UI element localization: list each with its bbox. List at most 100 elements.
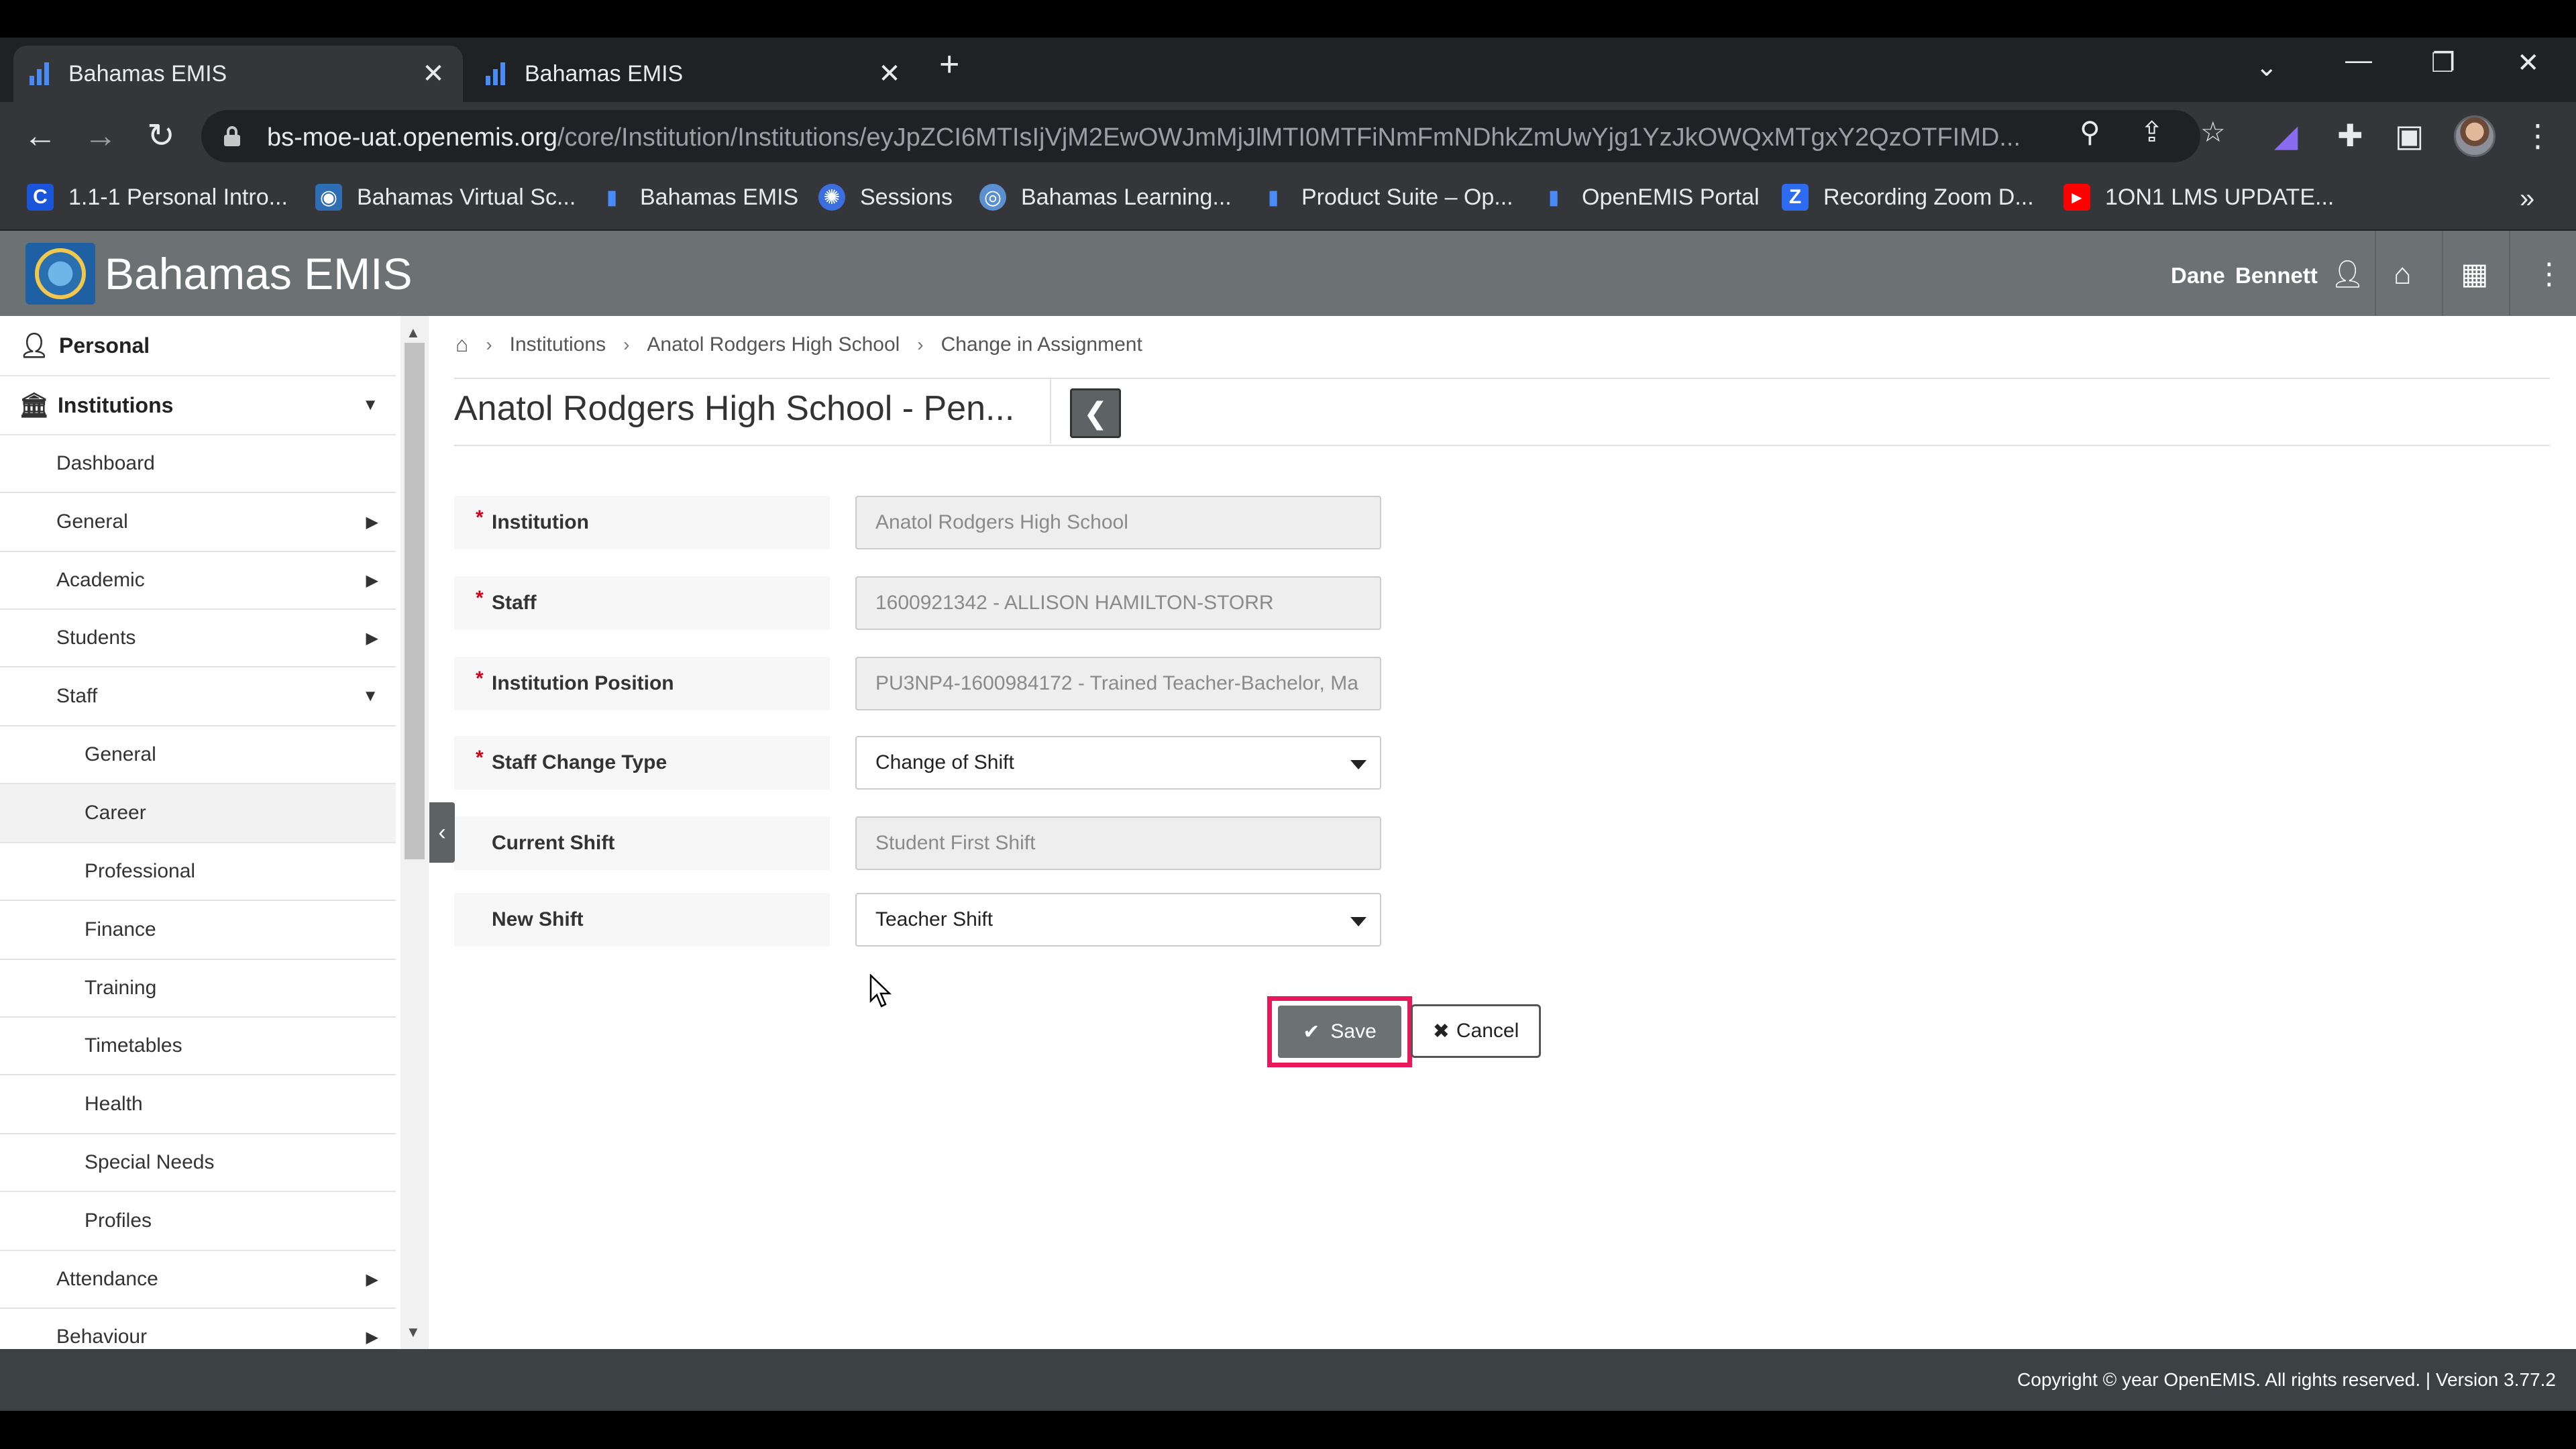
sidebar-item-students[interactable]: Students ▶: [0, 610, 396, 667]
chevron-left-icon: ‹: [438, 819, 446, 845]
sidebar-item-general[interactable]: General ▶: [0, 493, 396, 552]
sidebar-item-attendance[interactable]: Attendance ▶: [0, 1251, 396, 1309]
sidebar-subitem-profiles[interactable]: Profiles: [0, 1192, 396, 1251]
divider: [1050, 379, 1051, 443]
sidebar-subitem-finance[interactable]: Finance: [0, 901, 396, 960]
sidebar-collapse-button[interactable]: ‹: [429, 802, 455, 863]
lock-icon: [224, 126, 240, 146]
browser-tab-active[interactable]: Bahamas EMIS ✕: [13, 46, 463, 102]
header-divider: [2442, 231, 2443, 316]
sidebar-scrollbar[interactable]: ▲ ▼: [400, 316, 429, 1349]
bookmark-item[interactable]: ▶ 1ON1 LMS UPDATE...: [2063, 184, 2334, 211]
close-icon[interactable]: ✕: [420, 58, 447, 89]
required-marker: *: [476, 587, 484, 609]
sidebar-item-behaviour[interactable]: Behaviour ▶: [0, 1309, 396, 1349]
save-button[interactable]: ✔ Save: [1278, 1006, 1401, 1058]
more-bookmarks-icon[interactable]: »: [2520, 184, 2534, 214]
tab-search-icon[interactable]: ⌄: [2255, 54, 2278, 80]
breadcrumb-current: Change in Assignment: [941, 333, 1142, 356]
sidebar-subitem-special-needs[interactable]: Special Needs: [0, 1134, 396, 1192]
bookmarks-bar: C 1.1-1 Personal Intro... ◉ Bahamas Virtua…: [0, 170, 2576, 231]
bookmark-item[interactable]: ▮ Bahamas EMIS: [598, 184, 798, 211]
school-seal-icon: ◉: [315, 184, 342, 211]
share-icon[interactable]: ⇪: [2140, 117, 2163, 148]
new-shift-select[interactable]: Teacher Shift: [855, 893, 1381, 947]
zoom-icon[interactable]: ⚲: [2080, 117, 2100, 148]
side-panel-icon[interactable]: ▣: [2395, 118, 2424, 153]
institution-icon: 🏛︎: [19, 391, 50, 419]
sidebar-subitem-professional[interactable]: Professional: [0, 843, 396, 901]
reload-icon[interactable]: ↻: [141, 115, 181, 156]
app-title[interactable]: Bahamas EMIS: [105, 248, 413, 299]
back-arrow-icon[interactable]: ←: [20, 115, 60, 156]
sidebar-subitem-general[interactable]: General: [0, 727, 396, 784]
sidebar-item-personal[interactable]: 👤︎ Personal: [0, 316, 396, 376]
url-text[interactable]: bs-moe-uat.openemis.org/core/Institution…: [267, 123, 2246, 152]
letterbox-top: [0, 0, 2576, 38]
kebab-menu-icon[interactable]: ⋮: [2534, 258, 2564, 291]
new-tab-button[interactable]: +: [939, 47, 959, 82]
scroll-up-icon[interactable]: ▲: [406, 324, 421, 341]
caret-down-icon: ▼: [362, 396, 378, 414]
user-icon[interactable]: 👤︎: [2330, 258, 2365, 291]
emis-logo[interactable]: [25, 243, 95, 305]
bookmark-item[interactable]: Z Recording Zoom D...: [1782, 184, 2034, 211]
emis-bars-icon: [486, 62, 508, 85]
sidebar-item-institutions[interactable]: 🏛︎ Institutions ▼: [0, 376, 396, 435]
required-marker: *: [476, 506, 484, 529]
c-logo-icon: C: [27, 184, 54, 211]
sidebar-subitem-career[interactable]: Career: [0, 784, 396, 843]
address-bar[interactable]: bs-moe-uat.openemis.org/core/Institution…: [201, 110, 2200, 162]
field-label: Staff: [492, 592, 537, 614]
kebab-menu-icon[interactable]: ⋮: [2522, 118, 2553, 153]
sidebar-subitem-health[interactable]: Health: [0, 1075, 396, 1134]
letterbox-bottom: [0, 1411, 2576, 1449]
sidebar-item-staff[interactable]: Staff ▼: [0, 667, 396, 727]
field-label: Institution: [492, 511, 589, 533]
chevron-right-icon: ›: [623, 333, 630, 355]
bookmark-star-icon[interactable]: ☆: [2200, 117, 2226, 148]
form-row-staff-change-type: * Staff Change Type Change of Shift: [454, 736, 1401, 790]
close-icon[interactable]: ✕: [876, 58, 903, 89]
bookmark-item[interactable]: ▮ OpenEMIS Portal: [1540, 184, 1760, 211]
restore-icon[interactable]: ❐: [2431, 50, 2455, 76]
staff-change-type-select[interactable]: Change of Shift: [855, 736, 1381, 790]
sidebar-subitem-training[interactable]: Training: [0, 960, 396, 1018]
mouse-cursor-icon: [869, 974, 892, 1008]
browser-toolbar: ← → ↻ bs-moe-uat.openemis.org/core/Insti…: [0, 102, 2576, 170]
sidebar-item-dashboard[interactable]: Dashboard: [0, 435, 396, 493]
forward-arrow-icon[interactable]: →: [80, 115, 121, 156]
header-divider: [2509, 231, 2510, 316]
breadcrumb-link[interactable]: Anatol Rodgers High School: [647, 333, 900, 356]
home-icon[interactable]: ⌂: [455, 332, 468, 357]
browser-tab[interactable]: Bahamas EMIS ✕: [470, 46, 919, 102]
bookmark-item[interactable]: C 1.1-1 Personal Intro...: [27, 184, 288, 211]
profile-avatar[interactable]: [2454, 115, 2496, 157]
breadcrumb: ⌂ › Institutions › Anatol Rodgers High S…: [455, 332, 1142, 357]
user-first-name[interactable]: Dane: [2171, 263, 2225, 288]
user-last-name[interactable]: Bennett: [2235, 263, 2318, 288]
back-button[interactable]: ❮: [1070, 388, 1121, 438]
browser-tabstrip: Bahamas EMIS ✕ Bahamas EMIS ✕ + ⌄ — ❐ ✕: [0, 38, 2576, 102]
extension-icon[interactable]: ◢: [2274, 118, 2298, 153]
sidebar-item-academic[interactable]: Academic ▶: [0, 552, 396, 610]
institution-position-field: PU3NP4-1600984172 - Trained Teacher-Bach…: [855, 657, 1381, 710]
chevron-right-icon: ›: [917, 333, 924, 355]
header-divider: [2375, 231, 2376, 316]
scroll-down-icon[interactable]: ▼: [406, 1324, 421, 1341]
bookmark-item[interactable]: ✺ Sessions: [818, 184, 953, 211]
minimize-icon[interactable]: —: [2345, 47, 2372, 74]
window-close-icon[interactable]: ✕: [2517, 50, 2540, 76]
caret-down-icon: [1350, 917, 1366, 926]
bookmark-item[interactable]: ▮ Product Suite – Op...: [1260, 184, 1513, 211]
sidebar-subitem-timetables[interactable]: Timetables: [0, 1018, 396, 1075]
cancel-button[interactable]: ✖ Cancel: [1411, 1004, 1541, 1058]
puzzle-icon[interactable]: ✚: [2337, 118, 2363, 153]
home-icon[interactable]: ⌂: [2394, 258, 2412, 291]
breadcrumb-link[interactable]: Institutions: [510, 333, 606, 356]
tab-title: Bahamas EMIS: [68, 60, 227, 87]
apps-grid-icon[interactable]: ▦: [2461, 258, 2489, 291]
bookmark-item[interactable]: ◉ Bahamas Virtual Sc...: [315, 184, 576, 211]
bookmark-item[interactable]: ◎ Bahamas Learning...: [979, 184, 1232, 211]
scrollbar-thumb[interactable]: [405, 343, 425, 859]
